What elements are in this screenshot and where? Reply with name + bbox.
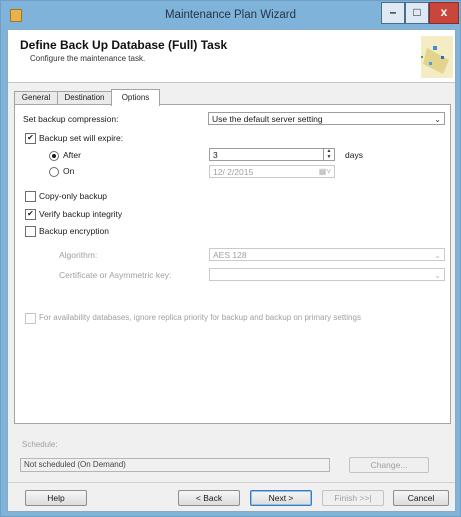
certificate-dropdown[interactable]: ⌄ (209, 268, 445, 281)
days-label: days (345, 150, 363, 160)
algorithm-value: AES 128 (213, 250, 247, 260)
spin-arrows-icon[interactable]: ▲ ▼ (323, 148, 334, 160)
compression-dropdown[interactable]: Use the default server setting ⌄ (208, 112, 445, 125)
on-label: On (63, 166, 75, 176)
schedule-label: Schedule: (22, 440, 58, 449)
copy-only-checkbox[interactable] (25, 191, 36, 202)
after-radio[interactable] (49, 151, 59, 161)
dialog-client-area: Define Back Up Database (Full) Task Conf… (7, 29, 456, 512)
calendar-icon[interactable]: ▦˅ (319, 166, 331, 178)
certificate-label: Certificate or Asymmetric key: (59, 270, 172, 280)
page-title: Define Back Up Database (Full) Task (20, 38, 228, 52)
cancel-button[interactable]: Cancel (393, 490, 449, 506)
on-date-value: 12/ 2/2015 (213, 167, 254, 177)
copy-only-label: Copy-only backup (39, 191, 108, 201)
wizard-banner-icon (421, 36, 453, 78)
after-label: After (63, 150, 81, 160)
expire-checkbox[interactable] (25, 133, 36, 144)
verify-checkbox[interactable] (25, 209, 36, 220)
tab-destination[interactable]: Destination (57, 91, 112, 105)
next-button[interactable]: Next > (250, 490, 312, 506)
expire-label: Backup set will expire: (39, 133, 124, 143)
verify-label: Verify backup integrity (39, 209, 123, 219)
compression-value: Use the default server setting (212, 114, 323, 124)
chevron-down-icon: ⌄ (434, 271, 441, 280)
back-button[interactable]: < Back (178, 490, 240, 506)
title-bar[interactable]: Maintenance Plan Wizard – □ x (1, 1, 460, 29)
chevron-down-icon: ⌄ (434, 115, 441, 124)
options-panel: Set backup compression: Use the default … (14, 104, 451, 424)
tab-options[interactable]: Options (111, 89, 160, 106)
minimize-button[interactable]: – (381, 2, 405, 24)
change-schedule-button[interactable]: Change... (349, 457, 429, 473)
footer-divider (8, 482, 455, 483)
tab-general[interactable]: General (14, 91, 58, 105)
close-button[interactable]: x (429, 2, 459, 24)
algorithm-label: Algorithm: (59, 250, 98, 260)
chevron-down-icon: ⌄ (434, 251, 441, 260)
encryption-label: Backup encryption (39, 226, 109, 236)
page-subtitle: Configure the maintenance task. (30, 54, 146, 63)
availability-checkbox[interactable] (25, 313, 36, 324)
wizard-header: Define Back Up Database (Full) Task Conf… (8, 30, 455, 83)
after-days-stepper[interactable]: 3 ▲ ▼ (209, 148, 335, 161)
finish-button[interactable]: Finish >>| (322, 490, 384, 506)
compression-label: Set backup compression: (23, 114, 119, 124)
maximize-button[interactable]: □ (405, 2, 429, 24)
schedule-field: Not scheduled (On Demand) (20, 458, 330, 472)
after-days-value: 3 (213, 150, 218, 160)
algorithm-dropdown[interactable]: AES 128 ⌄ (209, 248, 445, 261)
on-radio[interactable] (49, 167, 59, 177)
on-date-picker[interactable]: 12/ 2/2015 ▦˅ (209, 165, 335, 178)
wizard-window: Maintenance Plan Wizard – □ x Define Bac… (0, 0, 461, 517)
encryption-checkbox[interactable] (25, 226, 36, 237)
help-button[interactable]: Help (25, 490, 87, 506)
availability-label: For availability databases, ignore repli… (39, 313, 361, 322)
